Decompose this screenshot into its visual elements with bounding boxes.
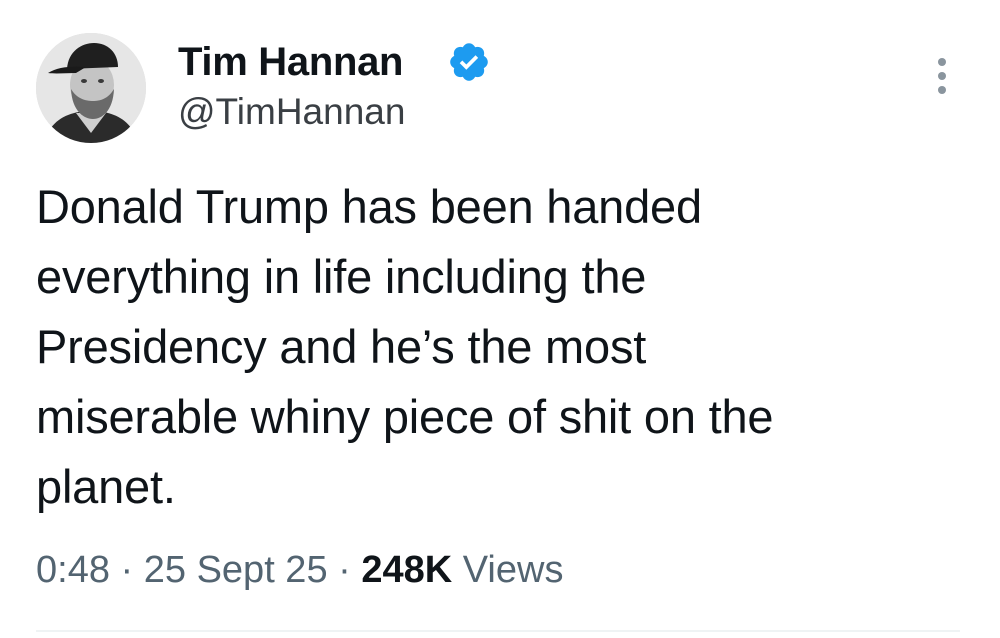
verified-badge-icon <box>450 43 488 81</box>
tweet-text-line: everything in life including the <box>36 250 647 303</box>
tweet-text: Donald Trump has been handed everything … <box>36 172 976 522</box>
divider <box>36 630 960 632</box>
tweet-meta: 0:48 · 25 Sept 25 · 248K Views <box>36 546 563 594</box>
author-handle[interactable]: @TimHannan <box>178 90 405 134</box>
author-avatar[interactable] <box>36 33 146 143</box>
views-label[interactable]: Views <box>463 549 564 591</box>
tweet-text-line: Presidency and he’s the most <box>36 320 647 373</box>
tweet-text-line: Donald Trump has been handed <box>36 180 702 233</box>
author-display-name[interactable]: Tim Hannan <box>178 38 403 86</box>
more-options-icon[interactable] <box>925 52 959 100</box>
tweet-text-line: miserable whiny piece of shit on the <box>36 390 774 443</box>
avatar-image <box>36 33 146 143</box>
views-count[interactable]: 248K <box>361 549 452 591</box>
meta-separator: · <box>338 549 351 591</box>
meta-separator: · <box>120 549 134 591</box>
tweet-time[interactable]: 0:48 <box>36 549 110 591</box>
tweet-date[interactable]: 25 Sept 25 <box>144 549 328 591</box>
tweet-text-line: planet. <box>36 460 176 513</box>
tweet-card: Tim Hannan @TimHannan Donald Trump has b… <box>0 0 1000 638</box>
